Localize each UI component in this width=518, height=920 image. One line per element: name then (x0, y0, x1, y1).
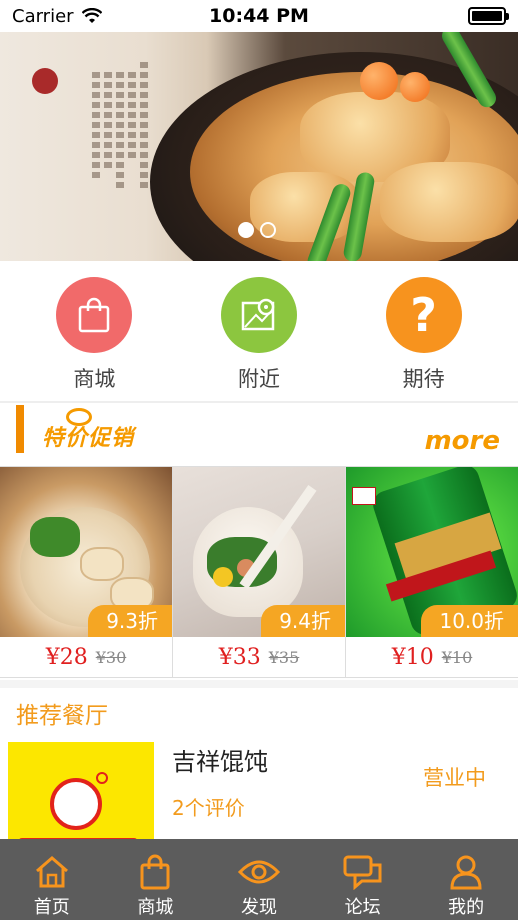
restaurant-item[interactable]: 吉祥馄饨 2个评价 营业中 (8, 742, 510, 852)
promo-header: 特价促销 more (0, 402, 518, 464)
section-marker (16, 405, 24, 453)
category-expect[interactable]: ? 期待 (359, 261, 489, 401)
shopping-bag-icon (56, 277, 133, 353)
restaurant-name: 吉祥馄饨 (172, 748, 268, 776)
more-link[interactable]: more (425, 426, 500, 456)
banner-carousel[interactable] (0, 32, 518, 261)
chat-icon (343, 853, 383, 891)
product-card[interactable]: 10.0折 ¥10 ¥10 (346, 467, 518, 677)
price-row: ¥10 ¥10 (346, 637, 518, 678)
carousel-dot[interactable] (260, 222, 276, 238)
open-status: 营业中 (423, 766, 486, 790)
tab-label: 首页 (33, 897, 70, 918)
tab-discover[interactable]: 发现 (207, 839, 311, 920)
tab-forum[interactable]: 论坛 (311, 839, 415, 920)
category-label: 期待 (402, 367, 445, 391)
category-label: 商城 (73, 367, 116, 391)
discount-badge: 9.3折 (88, 605, 172, 637)
category-nearby[interactable]: 附近 (194, 261, 324, 401)
wifi-icon (81, 8, 102, 23)
tab-mall[interactable]: 商城 (104, 839, 208, 920)
eye-icon (237, 853, 280, 891)
product-card[interactable]: 9.3折 ¥28 ¥30 (0, 467, 173, 677)
original-price: ¥30 (95, 648, 127, 667)
category-mall[interactable]: 商城 (29, 261, 159, 401)
sale-price: ¥33 (218, 645, 261, 670)
shopping-bag-icon (139, 853, 171, 891)
promo-title: 特价促销 (42, 426, 135, 451)
tab-label: 论坛 (344, 897, 381, 918)
carousel-dot[interactable] (238, 222, 254, 238)
review-count[interactable]: 2个评价 (172, 792, 245, 821)
status-bar: Carrier 10:44 PM (0, 0, 518, 32)
seal-stamp (32, 68, 58, 94)
carrier-label: Carrier (12, 5, 74, 27)
user-icon (449, 853, 483, 891)
discount-badge: 9.4折 (261, 605, 345, 637)
map-pin-icon (220, 277, 297, 353)
product-image: 9.4折 (173, 467, 345, 637)
tab-label: 发现 (240, 897, 277, 918)
sale-price: ¥28 (45, 645, 88, 670)
original-price: ¥35 (268, 648, 300, 667)
price-row: ¥28 ¥30 (0, 637, 172, 678)
price-row: ¥33 ¥35 (173, 637, 345, 678)
product-image: 9.3折 (0, 467, 172, 637)
category-label: 附近 (237, 367, 280, 391)
battery-icon (468, 7, 509, 25)
discount-badge: 10.0折 (421, 605, 518, 637)
promo-products: 9.3折 ¥28 ¥30 9.4折 ¥33 ¥35 10.0折 ¥10 ¥10 (0, 466, 518, 678)
tab-home[interactable]: 首页 (0, 839, 104, 920)
sale-price: ¥10 (391, 645, 434, 670)
product-card[interactable]: 9.4折 ¥33 ¥35 (173, 467, 346, 677)
carousel-indicator[interactable] (238, 222, 276, 238)
tab-label: 商城 (137, 897, 174, 918)
product-image: 10.0折 (346, 467, 518, 637)
section-title: 推荐餐厅 (16, 703, 108, 729)
restaurant-logo (8, 742, 154, 852)
status-left: Carrier (12, 6, 102, 27)
home-icon (34, 853, 70, 891)
tab-bar: 首页 商城 发现 论坛 我的 (0, 839, 518, 920)
question-icon: ? (385, 277, 462, 353)
tab-profile[interactable]: 我的 (414, 839, 518, 920)
category-row: 商城 附近 ? 期待 (0, 261, 518, 401)
tab-label: 我的 (448, 897, 485, 918)
original-price: ¥10 (441, 648, 473, 667)
